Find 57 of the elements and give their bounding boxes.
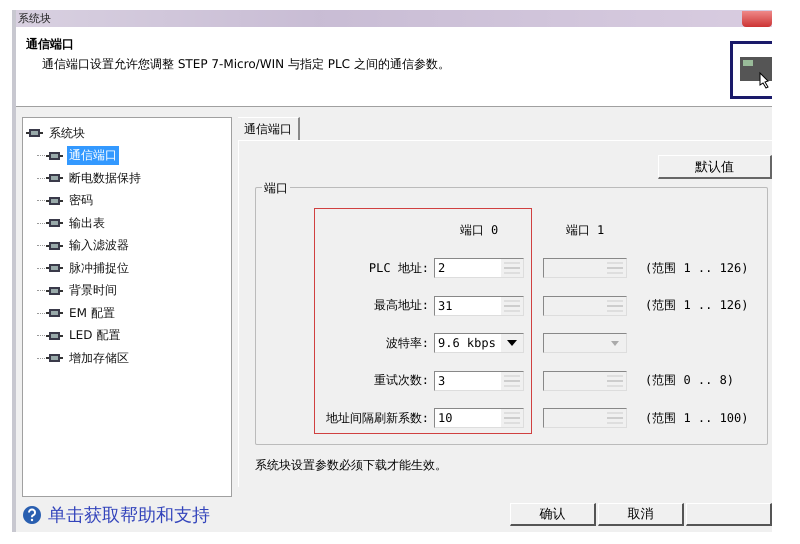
help-link[interactable]: 单击获取帮助和支持 (22, 502, 210, 527)
spinner-icon[interactable] (501, 409, 523, 428)
header-description: 通信端口设置允许您调整 STEP 7-Micro/WIN 与指定 PLC 之间的通信参数。 (41, 56, 450, 74)
tree-item[interactable]: 背景时间 (67, 281, 119, 300)
close-button[interactable] (742, 10, 772, 27)
number-field[interactable] (543, 408, 627, 428)
tree-item[interactable]: 脉冲捕捉位 (67, 258, 131, 278)
number-field[interactable]: 3 (434, 370, 524, 391)
tab[interactable]: 通信端口 (238, 117, 300, 140)
field-label: 地址间隔刷新系数: (324, 410, 430, 427)
tree-item[interactable]: 增加存储区 (67, 348, 131, 368)
tree-item[interactable]: LED 配置 (67, 326, 122, 346)
chip-icon (45, 353, 63, 364)
chip-icon (45, 150, 63, 161)
chip-icon (45, 240, 63, 251)
tree-item[interactable]: EM 配置 (67, 304, 117, 323)
range-hint: (范围 1 .. 126) (645, 297, 750, 314)
window-title: 系统块 (18, 11, 51, 26)
dropdown[interactable]: 9.6 kbps (434, 333, 524, 354)
note-text: 系统块设置参数必须下载才能生效。 (255, 457, 448, 474)
header-title: 通信端口 (26, 36, 75, 54)
dropdown[interactable] (543, 333, 627, 354)
default-button[interactable]: 默认值 (658, 155, 772, 180)
range-hint: (范围 1 .. 100) (645, 410, 750, 427)
dialog-button[interactable] (686, 503, 772, 526)
number-field[interactable]: 10 (434, 408, 524, 428)
chip-icon (45, 286, 63, 296)
range-hint: (范围 1 .. 126) (645, 260, 750, 277)
number-field[interactable] (543, 296, 627, 316)
number-field[interactable]: 31 (434, 296, 524, 316)
column-header: 端口 1 (564, 222, 606, 240)
number-field[interactable] (543, 370, 627, 391)
chip-icon (45, 263, 63, 274)
tree-item[interactable]: 断电数据保持 (67, 168, 143, 188)
spinner-icon[interactable] (501, 259, 523, 278)
field-label: 最高地址: (372, 297, 430, 314)
spinner-icon[interactable] (501, 296, 523, 315)
field-label: PLC 地址: (368, 260, 430, 277)
dialog-button[interactable]: 确认 (510, 503, 596, 526)
chip-icon (45, 196, 63, 206)
tree-item[interactable]: 系统块 (47, 124, 87, 143)
field-label: 波特率: (384, 334, 430, 352)
help-icon (22, 504, 42, 525)
tree-item[interactable]: 输出表 (67, 214, 107, 233)
dialog-button[interactable]: 取消 (598, 503, 684, 526)
chip-icon (45, 173, 63, 184)
column-header: 端口 0 (458, 222, 500, 240)
number-field[interactable]: 2 (434, 258, 524, 278)
tree-item[interactable]: 输入滤波器 (67, 236, 131, 256)
number-field[interactable] (543, 258, 627, 278)
range-hint: (范围 0 .. 8) (645, 372, 736, 390)
chip-icon (45, 218, 63, 228)
chip-icon (45, 308, 63, 318)
tree-item[interactable]: 密码 (67, 191, 95, 210)
spinner-icon[interactable] (501, 372, 523, 390)
chip-icon (45, 330, 63, 341)
field-label: 重试次数: (372, 372, 430, 390)
